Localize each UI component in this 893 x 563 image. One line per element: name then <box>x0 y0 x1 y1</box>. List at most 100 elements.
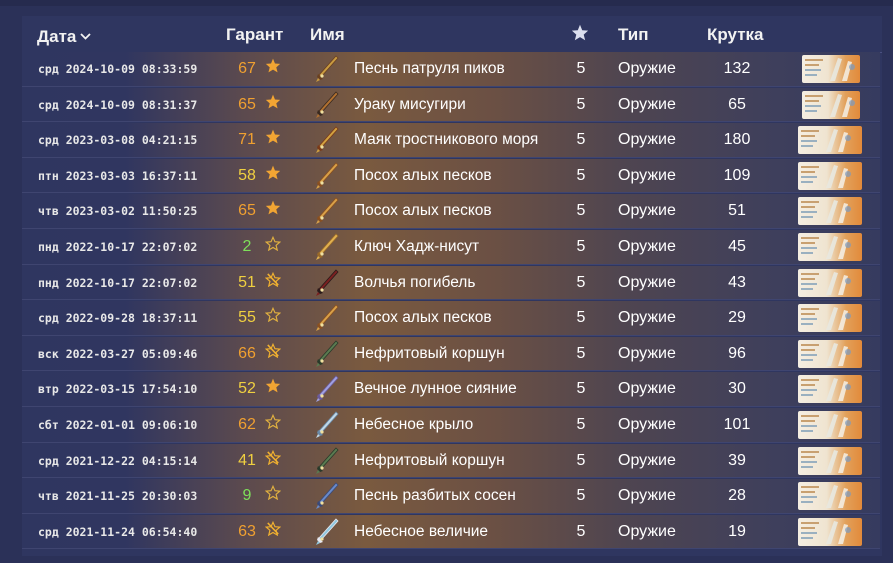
weapon-icon <box>314 446 340 476</box>
row-rarity: 5 <box>576 487 586 505</box>
row-roll: 109 <box>723 166 751 184</box>
table-row[interactable]: пнд 2022-10-17 22:07:02 51 Волчья погибель… <box>22 265 880 301</box>
table-row[interactable]: вск 2022-03-27 05:09:46 66 Нефритовый корш… <box>22 336 880 372</box>
table-row[interactable]: срд 2024-10-09 08:31:37 65 Ураку мисугири 5… <box>22 87 880 123</box>
row-pity: 41 <box>238 451 256 469</box>
row-item-name: Маяк тростникового моря <box>354 131 539 149</box>
row-roll: 180 <box>723 131 751 149</box>
row-pity: 51 <box>238 273 256 291</box>
row-date: срд 2021-11-24 06:54:40 <box>38 524 198 539</box>
weapon-icon <box>314 410 340 440</box>
row-rarity: 5 <box>576 273 586 291</box>
row-rarity: 5 <box>576 344 586 362</box>
banner-thumbnail[interactable] <box>798 304 862 333</box>
row-roll: 39 <box>728 451 746 469</box>
banner-thumbnail[interactable] <box>798 339 862 368</box>
weapon-icon <box>314 90 340 120</box>
table-row[interactable]: срд 2021-11-24 06:54:40 63 Небесное величи… <box>22 514 880 550</box>
row-date: вск 2022-03-27 05:09:46 <box>38 346 198 361</box>
column-header-date[interactable]: Дата <box>37 25 91 47</box>
row-item-name: Вечное лунное сияние <box>354 380 517 398</box>
row-type: Оружие <box>618 95 676 113</box>
table-row[interactable]: чтв 2021-11-25 20:30:03 9 Песнь разбитых с… <box>22 479 880 514</box>
banner-thumbnail[interactable] <box>798 482 862 511</box>
table-row[interactable]: срд 2024-10-09 08:33:59 67 Песнь патруля п… <box>22 52 880 87</box>
row-roll: 19 <box>728 522 746 540</box>
banner-thumbnail[interactable] <box>798 197 862 226</box>
star-icon <box>264 372 282 406</box>
star-outline-icon <box>264 301 282 335</box>
crossed-star-icon <box>264 515 282 549</box>
column-header-rarity <box>571 24 589 46</box>
row-date: сбт 2022-01-01 09:06:10 <box>38 418 198 432</box>
row-roll: 30 <box>728 380 746 398</box>
row-type: Оружие <box>618 131 676 149</box>
row-roll: 132 <box>723 60 751 77</box>
row-date: пнд 2022-10-17 22:07:02 <box>38 275 198 290</box>
row-date: срд 2023-03-08 04:21:15 <box>38 133 198 148</box>
row-roll: 28 <box>728 487 746 505</box>
row-pity: 55 <box>238 309 256 327</box>
row-rarity: 5 <box>576 238 586 255</box>
weapon-icon <box>314 303 340 333</box>
table-row[interactable]: втр 2022-03-15 17:54:10 52 Вечное лунное с… <box>22 372 880 408</box>
row-rarity: 5 <box>576 60 586 77</box>
banner-thumbnail[interactable] <box>802 55 860 83</box>
row-item-name: Волчья погибель <box>354 273 476 291</box>
row-pity: 58 <box>238 166 256 184</box>
crossed-star-icon <box>264 444 282 478</box>
table-row[interactable]: пнд 2022-10-17 22:07:02 2 Ключ Хадж-нисут 5… <box>22 230 880 265</box>
table-row[interactable]: срд 2022-09-28 18:37:11 55 Посох алых песк… <box>22 301 880 336</box>
banner-thumbnail[interactable] <box>798 517 862 546</box>
column-header-type: Тип <box>618 25 649 44</box>
table-row[interactable]: срд 2023-03-08 04:21:15 71 Маяк тростников… <box>22 123 880 158</box>
banner-thumbnail[interactable] <box>798 233 862 261</box>
weapon-icon <box>314 125 340 155</box>
banner-thumbnail[interactable] <box>798 411 862 439</box>
row-roll: 65 <box>728 95 746 113</box>
banner-thumbnail[interactable] <box>798 126 862 155</box>
row-item-name: Ключ Хадж-нисут <box>354 238 480 255</box>
row-date: чтв 2023-03-02 11:50:25 <box>38 204 198 219</box>
column-header-roll: Крутка <box>707 25 764 44</box>
table-row[interactable]: срд 2021-12-22 04:15:14 41 Нефритовый корш… <box>22 443 880 479</box>
wish-history-table: Дата Гарант Имя Тип Крутка срд 2024-10-0… <box>22 16 882 556</box>
row-type: Оружие <box>618 522 676 540</box>
banner-thumbnail[interactable] <box>802 90 860 119</box>
row-type: Оружие <box>618 416 676 433</box>
weapon-icon <box>314 196 340 226</box>
row-rarity: 5 <box>576 416 586 433</box>
row-item-name: Посох алых песков <box>354 309 492 327</box>
weapon-icon <box>314 268 340 298</box>
row-item-name: Небесное величие <box>354 522 489 540</box>
row-date: пнд 2022-10-17 22:07:02 <box>38 240 198 254</box>
row-pity: 71 <box>238 131 256 149</box>
star-outline-icon <box>264 479 282 513</box>
row-item-name: Ураку мисугири <box>354 95 466 113</box>
weapon-icon <box>314 481 340 511</box>
weapon-icon <box>314 232 340 262</box>
row-rarity: 5 <box>576 309 586 327</box>
row-date: чтв 2021-11-25 20:30:03 <box>38 489 198 504</box>
row-pity: 66 <box>238 344 256 362</box>
table-row[interactable]: чтв 2023-03-02 11:50:25 65 Посох алых песк… <box>22 194 880 230</box>
row-pity: 63 <box>238 522 256 540</box>
banner-thumbnail[interactable] <box>798 268 862 297</box>
row-pity: 52 <box>238 380 256 398</box>
table-row[interactable]: сбт 2022-01-01 09:06:10 62 Небесное крыло 5… <box>22 408 880 443</box>
star-icon <box>264 194 282 228</box>
banner-thumbnail[interactable] <box>798 446 862 475</box>
weapon-icon <box>314 161 340 191</box>
banner-thumbnail[interactable] <box>798 375 862 404</box>
column-header-pity: Гарант <box>226 25 284 44</box>
row-rarity: 5 <box>576 131 586 149</box>
row-item-name: Песнь разбитых сосен <box>354 487 516 505</box>
row-item-name: Небесное крыло <box>354 416 474 433</box>
banner-thumbnail[interactable] <box>798 161 862 190</box>
table-row[interactable]: птн 2023-03-03 16:37:11 58 Посох алых песк… <box>22 158 880 194</box>
date-header-label: Дата <box>37 27 77 46</box>
star-icon <box>264 88 282 122</box>
row-pity: 65 <box>238 202 256 220</box>
star-icon <box>571 24 589 45</box>
row-item-name: Нефритовый коршун <box>354 451 505 469</box>
